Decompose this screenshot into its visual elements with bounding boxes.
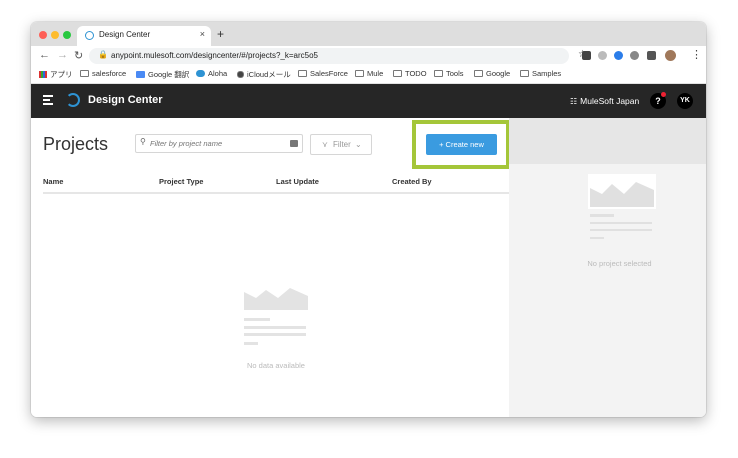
bookmark-item[interactable]: Google 翻訳 <box>136 69 189 80</box>
no-project-illustration <box>588 174 656 239</box>
address-bar[interactable]: 🔒 anypoint.mulesoft.com/designcenter/#/p… <box>89 48 587 64</box>
empty-state-illustration <box>244 288 308 345</box>
puzzle-icon[interactable] <box>647 51 656 60</box>
folder-icon <box>434 70 443 77</box>
bookmark-item[interactable]: Aloha <box>196 69 227 78</box>
bookmark-item[interactable]: Mule <box>355 69 383 78</box>
bookmark-item[interactable]: SalesForce <box>298 69 348 78</box>
bookmark-item[interactable]: TODO <box>393 69 427 78</box>
folder-icon <box>520 70 529 77</box>
forward-icon[interactable]: → <box>57 49 68 61</box>
close-window-button[interactable] <box>39 31 47 39</box>
notification-dot <box>661 92 666 97</box>
user-avatar[interactable]: YK <box>677 93 693 109</box>
folder-icon <box>298 70 307 77</box>
lock-icon: 🔒 <box>98 50 108 59</box>
app-header: Design Center ☷ MuleSoft Japan ? YK <box>31 84 706 118</box>
browser-tab[interactable]: Design Center × <box>77 26 211 46</box>
profile-avatar[interactable] <box>665 50 676 61</box>
page-title: Projects <box>43 134 109 154</box>
org-icon: ☷ <box>570 97 578 106</box>
hamburger-menu-icon[interactable] <box>43 95 53 107</box>
extension-icon[interactable] <box>582 51 591 60</box>
design-center-favicon-icon <box>85 31 94 40</box>
browser-menu-icon[interactable]: ⋮ <box>691 48 702 61</box>
minimize-window-button[interactable] <box>51 31 59 39</box>
no-project-text: No project selected <box>587 259 652 268</box>
column-header-created-by[interactable]: Created By <box>392 177 432 186</box>
column-header-name[interactable]: Name <box>43 177 63 186</box>
table-header-divider <box>43 192 509 194</box>
projects-panel: Projects ⚲ ⋎ Filter ⌄ + Create new Name … <box>31 118 510 417</box>
column-header-project-type[interactable]: Project Type <box>159 177 203 186</box>
search-box[interactable]: ⚲ <box>135 134 303 153</box>
side-panel-header <box>509 118 706 164</box>
new-tab-button[interactable]: + <box>217 27 224 41</box>
design-center-logo-icon <box>66 93 80 107</box>
apple-icon <box>237 71 244 78</box>
browser-toolbar: ← → ↻ 🔒 anypoint.mulesoft.com/designcent… <box>31 46 706 66</box>
reload-icon[interactable]: ↻ <box>74 49 83 62</box>
bookmarks-bar: アプリ salesforce Google 翻訳 Aloha iCloudメール… <box>31 66 706 84</box>
browser-window: Design Center × + ← → ↻ 🔒 anypoint.mules… <box>31 22 706 417</box>
empty-state-text: No data available <box>247 361 305 370</box>
folder-icon <box>80 70 89 77</box>
business-group-switcher[interactable]: ☷ MuleSoft Japan <box>570 96 639 106</box>
folder-icon <box>474 70 483 77</box>
bookmark-item[interactable]: salesforce <box>80 69 126 78</box>
folder-icon <box>393 70 402 77</box>
bookmark-item[interactable]: アプリ <box>39 69 73 80</box>
tab-close-button[interactable]: × <box>200 29 205 39</box>
create-new-button[interactable]: + Create new <box>426 134 497 155</box>
bookmark-item[interactable]: Samples <box>520 69 561 78</box>
extension-icon[interactable] <box>630 51 639 60</box>
back-icon[interactable]: ← <box>39 49 50 61</box>
app-name: Design Center <box>88 94 163 106</box>
bookmark-item[interactable]: iCloudメール <box>237 69 291 80</box>
url-text: anypoint.mulesoft.com/designcenter/#/pro… <box>111 51 319 60</box>
extension-icon[interactable] <box>614 51 623 60</box>
extension-icon[interactable] <box>598 51 607 60</box>
filter-icon: ⋎ <box>322 140 328 149</box>
keyboard-icon <box>290 140 298 147</box>
column-header-last-update[interactable]: Last Update <box>276 177 319 186</box>
chevron-down-icon: ⌄ <box>355 140 362 149</box>
bookmark-item[interactable]: Tools <box>434 69 464 78</box>
filter-label: Filter <box>333 140 351 149</box>
maximize-window-button[interactable] <box>63 31 71 39</box>
search-input[interactable] <box>150 137 280 150</box>
folder-icon <box>355 70 364 77</box>
translate-icon <box>136 71 145 78</box>
project-details-panel: No project selected <box>509 118 706 417</box>
filter-button[interactable]: ⋎ Filter ⌄ <box>310 134 372 155</box>
cloud-icon <box>196 70 205 77</box>
search-icon: ⚲ <box>140 137 146 146</box>
apps-grid-icon <box>39 71 47 78</box>
tab-title: Design Center <box>99 30 151 39</box>
bookmark-item[interactable]: Google <box>474 69 510 78</box>
tab-strip: Design Center × + <box>31 22 706 46</box>
